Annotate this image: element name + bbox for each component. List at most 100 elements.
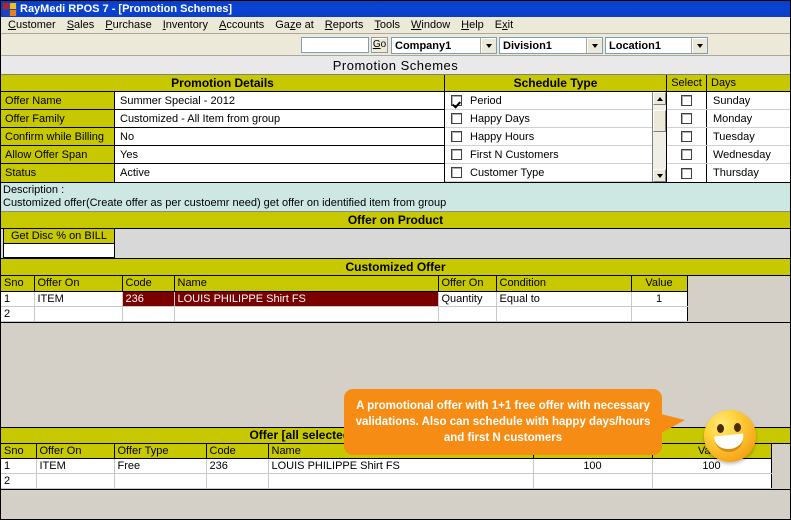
company-select[interactable]: Company1 [391, 37, 497, 54]
days-panel: Select Days Sunday Monday Tuesday Wednes… [667, 75, 790, 182]
schedule-item-label: Customer Type [470, 166, 545, 179]
list-item[interactable]: Period [445, 92, 666, 110]
checkbox-monday[interactable] [681, 113, 692, 124]
menu-item-sales[interactable]: Sales [62, 18, 101, 33]
division-select[interactable]: Division1 [499, 37, 603, 54]
menu-item-purchase[interactable]: Purchase [100, 18, 157, 33]
description-panel: Description : Customized offer(Create of… [1, 183, 790, 212]
checkbox-wednesday[interactable] [681, 149, 692, 160]
table-row[interactable]: Thursday [667, 164, 790, 182]
menu-item-tools[interactable]: Tools [369, 18, 406, 33]
table-row[interactable]: Sunday [667, 92, 790, 110]
promotion-details-header: Promotion Details [1, 75, 444, 92]
cell-offer-on-2[interactable] [438, 306, 497, 322]
list-item[interactable]: Happy Hours [445, 128, 666, 146]
menu-item-customer[interactable]: Customer [3, 18, 62, 33]
scroll-down-icon[interactable] [653, 169, 666, 182]
list-item[interactable]: First N Customers [445, 146, 666, 164]
cell-value-2[interactable]: 100 [652, 458, 772, 474]
menu-item-window[interactable]: Window [406, 18, 456, 33]
allow-offer-span-label: Allow Offer Span [1, 146, 115, 163]
offer-name-value[interactable]: Summer Special - 2012 [115, 92, 444, 109]
day-label: Tuesday [713, 130, 755, 143]
cell-name[interactable]: LOUIS PHILIPPE Shirt FS [268, 458, 534, 474]
scrollbar-thumb[interactable] [653, 110, 666, 132]
cell-offer-on[interactable] [36, 473, 115, 489]
offer-on-product-panel: Get Disc % on BILL [1, 229, 790, 259]
cell-name[interactable] [268, 473, 534, 489]
cell-offer-type[interactable] [114, 473, 207, 489]
cell-condition[interactable] [496, 306, 632, 322]
menu-item-help[interactable]: Help [456, 18, 490, 33]
top-section: Promotion Details Offer Name Summer Spec… [1, 75, 790, 183]
list-item[interactable]: Customer Type [445, 164, 666, 182]
menu-item-inventory[interactable]: Inventory [158, 18, 214, 33]
checkbox-happy-hours[interactable] [451, 131, 462, 142]
cell-value[interactable]: 1 [631, 291, 688, 307]
cell-offer-type[interactable]: Free [114, 458, 207, 474]
menu-item-gaze-at[interactable]: Gaze at [270, 18, 320, 33]
cell-offer-on[interactable] [34, 306, 123, 322]
cell-value-1[interactable] [533, 473, 653, 489]
menu-item-accounts[interactable]: Accounts [214, 18, 270, 33]
cell-value[interactable] [631, 306, 688, 322]
detail-row: Allow Offer Span Yes [1, 146, 444, 164]
confirm-while-billing-value[interactable]: No [115, 128, 444, 145]
table-row[interactable]: 2 [1, 306, 688, 322]
page-title-label: Promotion Schemes [332, 57, 459, 73]
location-select[interactable]: Location1 [605, 37, 708, 54]
get-disc-on-bill-input[interactable] [3, 244, 115, 258]
callout-text: A promotional offer with 1+1 free offer … [355, 400, 651, 444]
checkbox-sunday[interactable] [681, 95, 692, 106]
cell-value-1[interactable]: 100 [533, 458, 653, 474]
table-row[interactable]: 1 ITEM 236 LOUIS PHILIPPE Shirt FS Quant… [1, 291, 688, 307]
window-title: RayMedi RPOS 7 - [Promotion Schemes] [20, 3, 233, 15]
confirm-while-billing-label: Confirm while Billing [1, 128, 115, 145]
cell-offer-on-2[interactable]: Quantity [438, 291, 497, 307]
cell-name[interactable]: LOUIS PHILIPPE Shirt FS [174, 291, 439, 307]
cell-name[interactable] [174, 306, 439, 322]
table-row[interactable]: Monday [667, 110, 790, 128]
table-row[interactable]: Wednesday [667, 146, 790, 164]
toolbar: Go Company1 Division1 Location1 [1, 34, 790, 56]
checkbox-customer-type[interactable] [451, 167, 462, 178]
menu-item-exit[interactable]: Exit [490, 18, 519, 33]
cell-code[interactable]: 236 [122, 291, 175, 307]
table-row[interactable]: 1 ITEM Free 236 LOUIS PHILIPPE Shirt FS … [1, 458, 772, 474]
scroll-up-icon[interactable] [653, 92, 666, 105]
client-area: Promotion Schemes Promotion Details Offe… [1, 56, 790, 518]
offer-name-label: Offer Name [1, 92, 115, 109]
go-button[interactable]: Go [371, 37, 388, 53]
cell-code[interactable]: 236 [206, 458, 269, 474]
allow-offer-span-value[interactable]: Yes [115, 146, 444, 163]
smiley-face-icon [704, 410, 756, 462]
cell-offer-on[interactable]: ITEM [34, 291, 123, 307]
cell-code[interactable] [206, 473, 269, 489]
cell-value-2[interactable] [652, 473, 772, 489]
cell-sno: 2 [1, 306, 35, 322]
schedule-type-list: Period Happy Days Happy Hours First N Cu… [445, 92, 666, 182]
search-input[interactable] [301, 37, 369, 53]
menu-item-reports[interactable]: Reports [320, 18, 370, 33]
cell-code[interactable] [122, 306, 175, 322]
offer-family-label: Offer Family [1, 110, 115, 127]
checkbox-first-n-customers[interactable] [451, 149, 462, 160]
status-label: Status [1, 164, 115, 182]
checkbox-tuesday[interactable] [681, 131, 692, 142]
callout-tail-icon [661, 414, 685, 433]
company-select-value: Company1 [395, 39, 452, 52]
col-header-offer-type: Offer Type [114, 443, 207, 459]
checkbox-period[interactable] [451, 95, 462, 106]
schedule-scrollbar[interactable] [652, 92, 666, 182]
cell-condition[interactable]: Equal to [496, 291, 632, 307]
list-item[interactable]: Happy Days [445, 110, 666, 128]
status-value[interactable]: Active [115, 164, 444, 182]
col-header-code: Code [122, 276, 175, 292]
cell-offer-on[interactable]: ITEM [36, 458, 115, 474]
checkbox-thursday[interactable] [681, 167, 692, 179]
table-row[interactable]: 2 [1, 473, 772, 489]
table-row[interactable]: Tuesday [667, 128, 790, 146]
offer-family-value[interactable]: Customized - All Item from group [115, 110, 444, 127]
checkbox-happy-days[interactable] [451, 113, 462, 124]
promotion-details-panel: Promotion Details Offer Name Summer Spec… [1, 75, 445, 182]
